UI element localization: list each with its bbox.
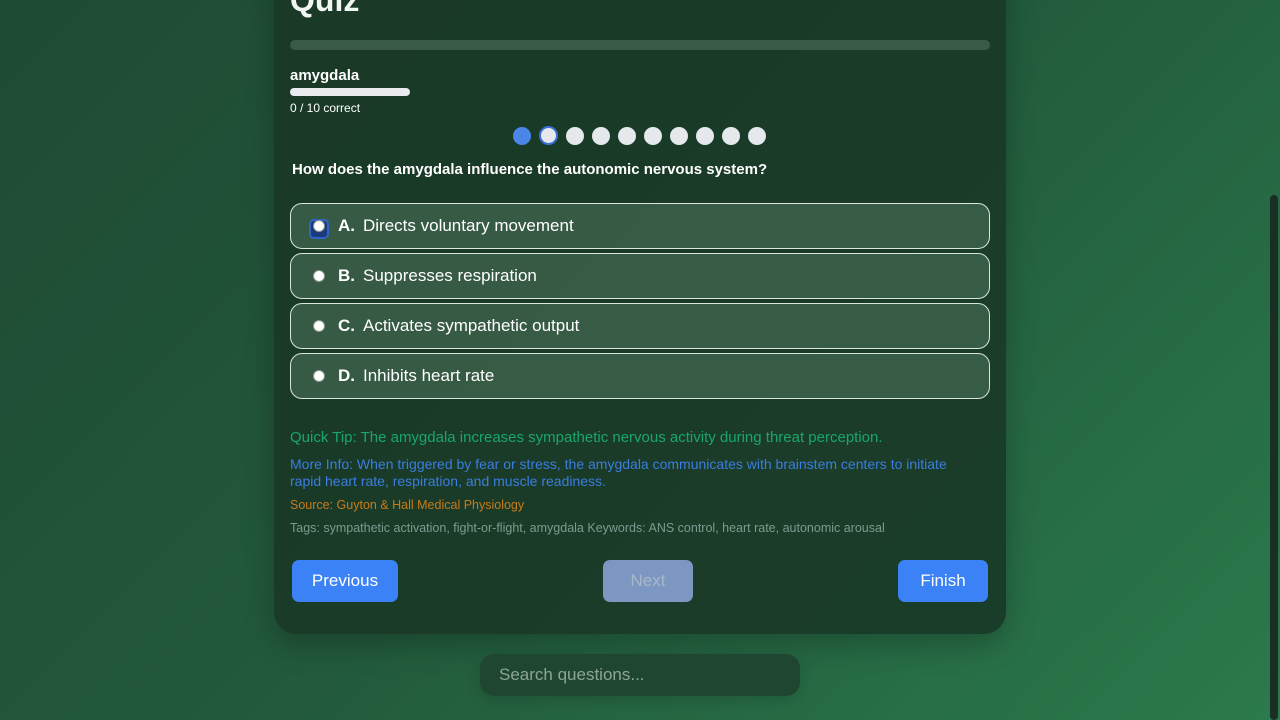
question-dot[interactable] (618, 126, 636, 145)
finish-button[interactable]: Finish (898, 560, 988, 602)
source-text: Source: Guyton & Hall Medical Physiology (290, 498, 525, 512)
option-letter: C. (338, 316, 355, 335)
quick-tip: Quick Tip: The amygdala increases sympat… (290, 429, 883, 446)
option-text: Inhibits heart rate (363, 366, 495, 385)
option-b[interactable]: B. Suppresses respiration (290, 253, 990, 299)
option-d[interactable]: D. Inhibits heart rate (290, 353, 990, 399)
search-input[interactable] (480, 654, 800, 696)
question-dot[interactable] (566, 126, 584, 145)
question-dot[interactable] (722, 126, 740, 145)
question-dot[interactable] (513, 126, 531, 145)
question-dot[interactable] (592, 126, 610, 145)
option-letter: B. (338, 266, 355, 285)
option-c[interactable]: C. Activates sympathetic output (290, 303, 990, 349)
score-text: 0 / 10 correct (290, 101, 361, 115)
question-dot[interactable] (748, 126, 766, 145)
quiz-title: Quiz (290, 0, 360, 18)
option-d-radio[interactable] (313, 370, 325, 382)
option-b-radio[interactable] (313, 270, 325, 282)
option-a[interactable]: A. Directs voluntary movement (290, 203, 990, 249)
option-text: Activates sympathetic output (363, 316, 580, 335)
question-dot[interactable] (670, 126, 688, 145)
question-dot[interactable] (644, 126, 662, 145)
option-text: Directs voluntary movement (363, 216, 574, 235)
overall-progress-bar (290, 40, 990, 50)
previous-button[interactable]: Previous (292, 560, 398, 602)
next-button[interactable]: Next (603, 560, 693, 602)
question-text: How does the amygdala influence the auto… (292, 161, 768, 178)
option-text: Suppresses respiration (363, 266, 537, 285)
question-navigator (513, 126, 766, 145)
tags-text: Tags: sympathetic activation, fight-or-f… (290, 521, 885, 535)
answer-options: A. Directs voluntary movement B. Suppres… (290, 203, 990, 403)
question-dot[interactable] (696, 126, 714, 145)
option-letter: A. (338, 216, 355, 235)
option-letter: D. (338, 366, 355, 385)
topic-progress-bar (290, 88, 410, 96)
question-dot[interactable] (539, 126, 558, 145)
more-info: More Info: When triggered by fear or str… (290, 456, 947, 489)
option-a-radio[interactable] (313, 220, 325, 232)
topic-name: amygdala (290, 67, 360, 84)
scrollbar[interactable] (1270, 195, 1278, 720)
option-c-radio[interactable] (313, 320, 325, 332)
